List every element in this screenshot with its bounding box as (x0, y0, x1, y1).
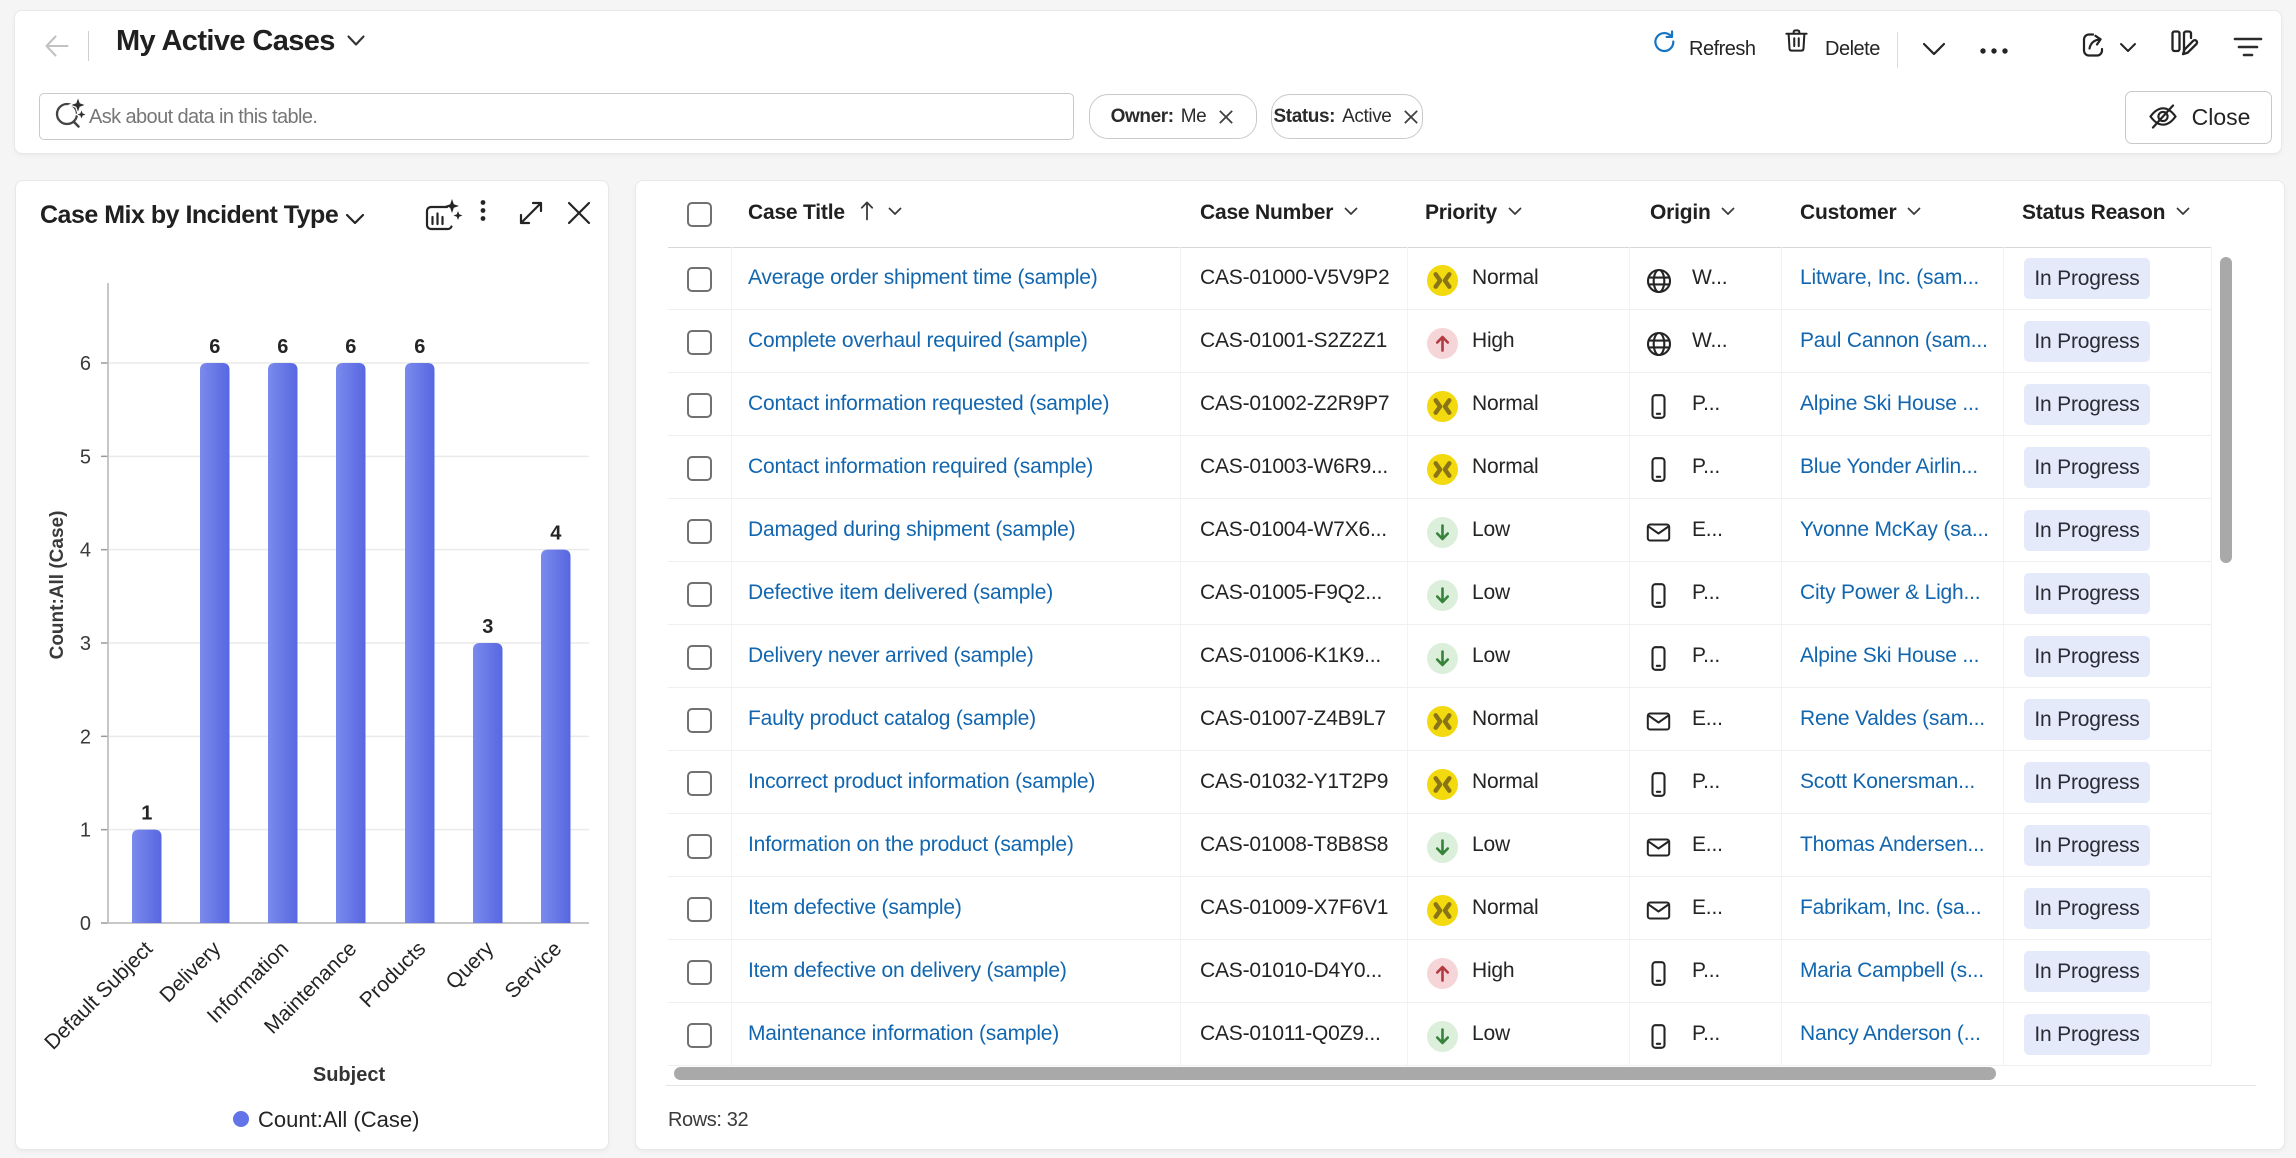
svg-text:3: 3 (80, 633, 91, 655)
svg-text:Default Subject: Default Subject (40, 937, 157, 1054)
svg-text:1: 1 (80, 820, 91, 842)
svg-text:1: 1 (141, 803, 152, 825)
svg-text:Count:All (Case): Count:All (Case) (47, 511, 68, 660)
svg-text:Service: Service (501, 937, 567, 1003)
svg-text:Products: Products (355, 937, 430, 1012)
svg-text:3: 3 (482, 616, 493, 638)
svg-text:6: 6 (80, 353, 91, 375)
svg-text:Query: Query (442, 937, 499, 994)
svg-text:4: 4 (550, 523, 562, 545)
svg-text:2: 2 (80, 726, 91, 748)
svg-text:Delivery: Delivery (155, 937, 225, 1007)
svg-text:6: 6 (277, 336, 288, 358)
svg-text:Count:All (Case): Count:All (Case) (258, 1107, 419, 1132)
svg-text:0: 0 (80, 913, 91, 935)
svg-text:4: 4 (80, 540, 91, 562)
svg-text:6: 6 (209, 336, 220, 358)
svg-text:6: 6 (414, 336, 425, 358)
svg-text:6: 6 (345, 336, 356, 358)
svg-text:Subject: Subject (313, 1064, 386, 1086)
svg-text:5: 5 (80, 446, 91, 468)
